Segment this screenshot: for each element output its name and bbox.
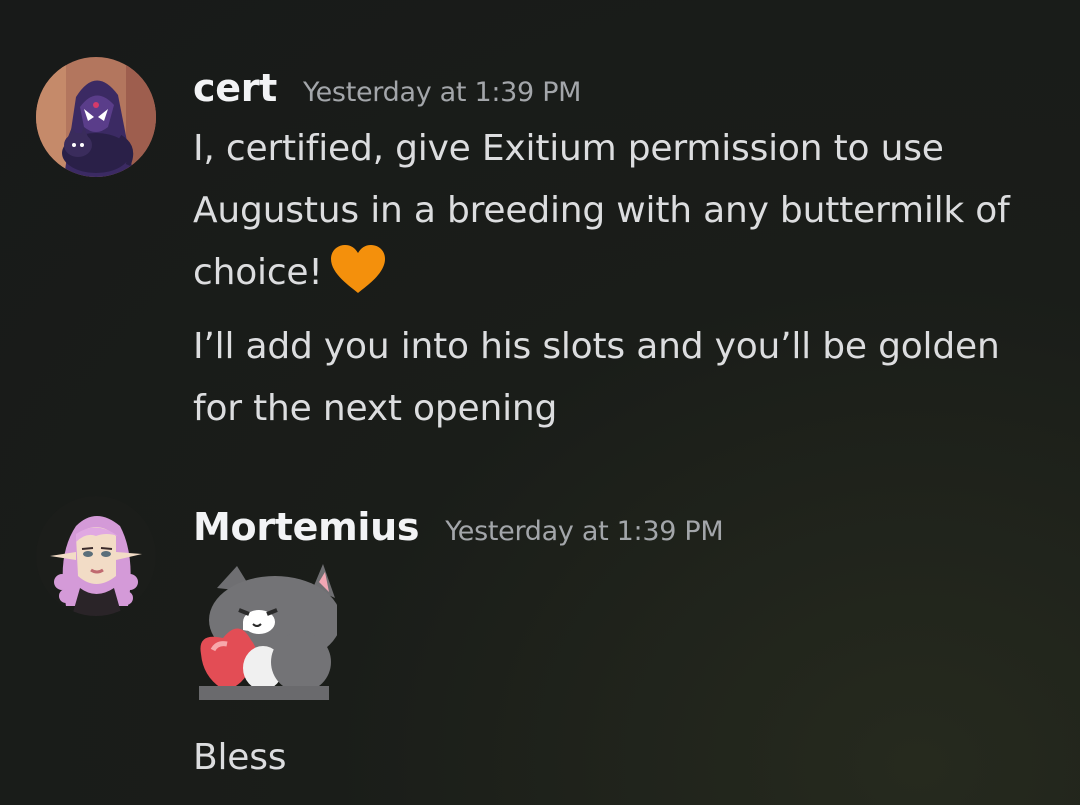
username[interactable]: Mortemius (193, 505, 420, 549)
timestamp[interactable]: Yesterday at 1:39 PM (445, 516, 723, 547)
cat-hugging-heart-sticker[interactable] (193, 558, 341, 702)
message-text: I, certified, give Exitium permission to… (193, 128, 1010, 293)
elf-avatar-icon (36, 496, 156, 616)
avatar-cert[interactable] (36, 57, 156, 177)
message-text: Bless (193, 737, 287, 778)
username[interactable]: cert (193, 66, 277, 110)
orange-heart-icon[interactable] (329, 244, 387, 294)
message-header: Mortemius Yesterday at 1:39 PM (193, 505, 724, 549)
timestamp[interactable]: Yesterday at 1:39 PM (303, 77, 581, 108)
cat-heart-sticker-icon (199, 564, 341, 700)
message-header: cert Yesterday at 1:39 PM (193, 66, 581, 110)
message-text: I’ll add you into his slots and you’ll b… (193, 326, 1000, 429)
message-content: Bless (193, 727, 1053, 789)
avatar-mortemius[interactable] (36, 496, 156, 616)
message-paragraph: I, certified, give Exitium permission to… (193, 118, 1053, 304)
raven-avatar-icon (36, 57, 156, 177)
chat-message-list: cert Yesterday at 1:39 PM I, certified, … (0, 0, 1080, 805)
message-content: I, certified, give Exitium permission to… (193, 118, 1053, 440)
message-paragraph: I’ll add you into his slots and you’ll b… (193, 316, 1053, 440)
